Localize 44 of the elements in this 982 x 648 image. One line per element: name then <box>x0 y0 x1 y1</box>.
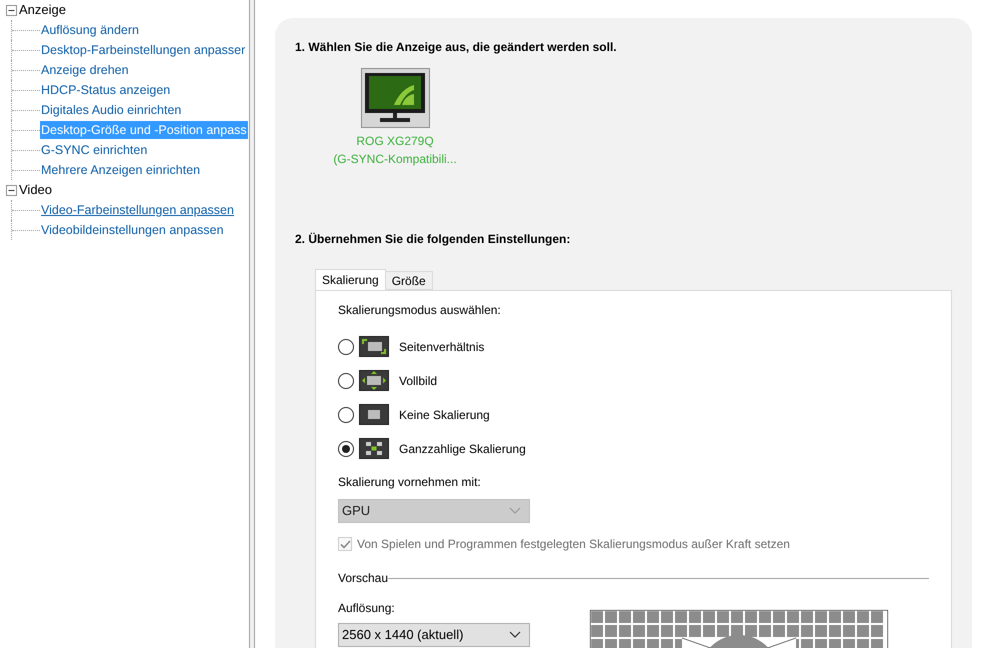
checkmark-icon <box>340 540 350 548</box>
tree-item[interactable]: HDCP-Status anzeigen <box>40 80 172 100</box>
tree-item[interactable]: Desktop-Farbeinstellungen anpasser <box>40 40 246 60</box>
radio-label[interactable]: Ganzzahlige Skalierung <box>399 440 526 458</box>
checkbox-label: Von Spielen und Programmen festgelegten Skalierungsmodus außer Kraft setzen <box>357 536 790 553</box>
collapse-icon[interactable] <box>6 4 17 16</box>
scaling-mode-icon <box>359 404 389 425</box>
display-tile[interactable] <box>360 68 430 128</box>
tree-item[interactable]: G-SYNC einrichten <box>40 140 148 160</box>
scaling-mode-icon <box>359 438 389 459</box>
scaling-mode-icon <box>359 336 389 357</box>
radio-label[interactable]: Seitenverhältnis <box>399 338 484 356</box>
tree-item[interactable]: Auflösung ändern <box>40 20 140 40</box>
section-heading: 1. Wählen Sie die Anzeige aus, die geändert werden soll. <box>295 39 618 56</box>
tree-item[interactable]: Videobildeinstellungen anpassen <box>40 220 225 240</box>
display-subtitle: (G-SYNC-Kompatibili... <box>333 151 457 168</box>
dropdown-value: GPU <box>342 502 370 520</box>
group-legend: Vorschau <box>338 569 388 587</box>
tree-category[interactable]: Video <box>19 180 52 200</box>
radio-button[interactable] <box>338 440 354 456</box>
monitor-icon <box>364 72 426 124</box>
chevron-down-icon <box>509 631 521 639</box>
scaling-mode-icon <box>359 370 389 391</box>
tree-item[interactable]: Video-Farbeinstellungen anpassen <box>40 200 235 220</box>
field-label: Skalierungsmodus auswählen: <box>338 302 502 319</box>
tree-item[interactable]: Anzeige drehen <box>40 60 130 80</box>
radio-label[interactable]: Vollbild <box>399 372 438 390</box>
radio-label[interactable]: Keine Skalierung <box>399 406 490 424</box>
tab[interactable]: Größe <box>386 271 433 290</box>
section-heading: 2. Übernehmen Sie die folgenden Einstellungen: <box>295 231 572 248</box>
dropdown[interactable]: 2560 x 1440 (aktuell) <box>338 623 530 647</box>
radio-button[interactable] <box>338 338 354 354</box>
tree-item[interactable]: Mehrere Anzeigen einrichten <box>40 160 202 180</box>
radio-button[interactable] <box>338 406 354 422</box>
display-name: ROG XG279Q <box>356 133 434 150</box>
dropdown-value: 2560 x 1440 (aktuell) <box>342 626 464 644</box>
tree-item[interactable]: Digitales Audio einrichten <box>40 100 182 120</box>
radio-button[interactable] <box>338 372 354 388</box>
field-label: Skalierung vornehmen mit: <box>338 474 482 491</box>
field-label: Auflösung: <box>338 600 396 617</box>
tab[interactable]: Skalierung <box>315 269 386 291</box>
tree-category[interactable]: Anzeige <box>19 0 66 20</box>
chevron-down-icon <box>509 507 521 515</box>
collapse-icon[interactable] <box>6 184 17 196</box>
